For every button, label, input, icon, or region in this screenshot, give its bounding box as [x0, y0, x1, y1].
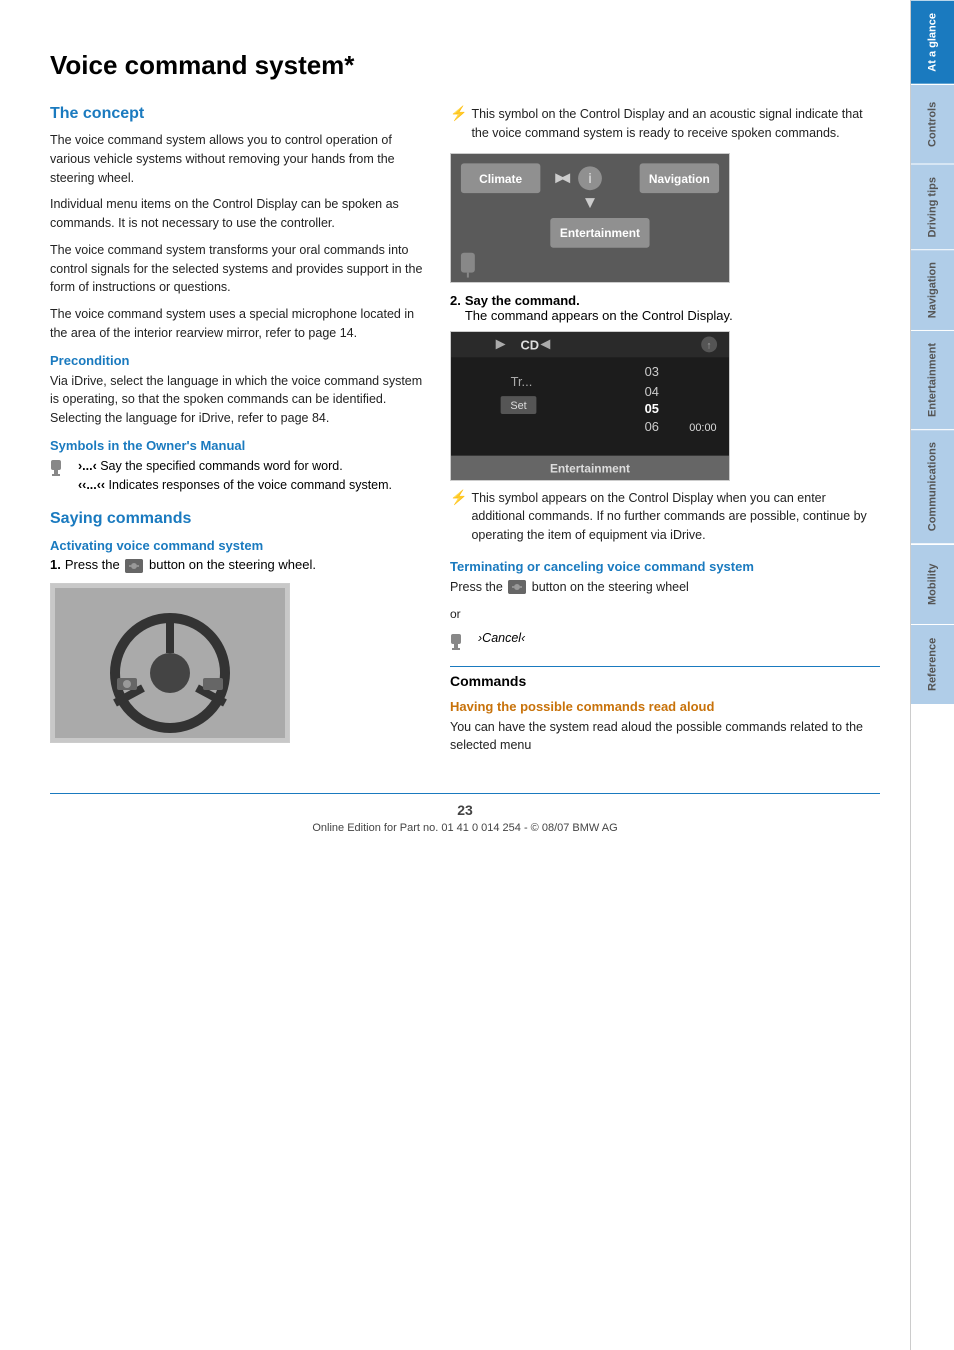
symbol-row-1: ›...‹ Say the specified commands word fo…	[50, 457, 430, 495]
menu-display-svg: Climate i Navigation	[451, 153, 729, 283]
svg-text:00:00: 00:00	[689, 421, 716, 433]
sidebar-tab-entertainment[interactable]: Entertainment	[911, 330, 954, 429]
entertainment-svg: CD ↑ Tr... Set 03 04 05 0	[451, 331, 729, 481]
step-2-subtext: The command appears on the Control Displ…	[465, 308, 733, 323]
sidebar-tab-reference[interactable]: Reference	[911, 624, 954, 704]
main-content: Voice command system* The concept The vo…	[0, 0, 910, 1350]
sidebar: At a glance Controls Driving tips Naviga…	[910, 0, 954, 1350]
symbol-right-text-2: This symbol appears on the Control Displ…	[471, 489, 880, 545]
svg-text:CD: CD	[521, 337, 540, 352]
concept-heading: The concept	[50, 105, 430, 123]
right-column: ⚡ This symbol on the Control Display and…	[450, 105, 880, 763]
having-commands-heading: Having the possible commands read aloud	[450, 699, 880, 714]
terminating-heading: Terminating or canceling voice command s…	[450, 559, 880, 574]
cancel-row: ›Cancel‹	[450, 631, 880, 652]
sidebar-tab-communications[interactable]: Communications	[911, 429, 954, 543]
concept-para-4: The voice command system uses a special …	[50, 305, 430, 343]
sidebar-tab-driving-tips[interactable]: Driving tips	[911, 164, 954, 250]
lightning-icon-2: ⚡	[450, 489, 467, 506]
cancel-microphone-icon	[450, 632, 474, 652]
control-display-menu-image: Climate i Navigation	[450, 153, 730, 283]
svg-text:Tr...: Tr...	[511, 374, 533, 389]
step-2-content: Say the command. The command appears on …	[465, 293, 733, 323]
cancel-text: ›Cancel‹	[478, 631, 525, 645]
terminating-text: Press the button on the steering wheel	[450, 578, 880, 597]
steering-wheel-image	[50, 583, 290, 743]
sidebar-tab-at-a-glance[interactable]: At a glance	[911, 0, 954, 84]
concept-para-3: The voice command system transforms your…	[50, 241, 430, 297]
entertainment-display-image: CD ↑ Tr... Set 03 04 05 0	[450, 331, 730, 481]
svg-text:Entertainment: Entertainment	[560, 225, 640, 239]
page-title: Voice command system*	[50, 50, 880, 81]
svg-text:i: i	[588, 170, 592, 186]
svg-text:Climate: Climate	[479, 172, 522, 186]
page-number: 23	[50, 802, 880, 818]
footer: 23 Online Edition for Part no. 01 41 0 0…	[50, 793, 880, 834]
precondition-heading: Precondition	[50, 353, 430, 368]
step-1-row: 1. Press the	[50, 557, 430, 573]
concept-para-1: The voice command system allows you to c…	[50, 131, 430, 187]
commands-section: Commands Having the possible commands re…	[450, 666, 880, 756]
activating-heading: Activating voice command system	[50, 538, 430, 553]
saying-commands-heading: Saying commands	[50, 510, 430, 528]
microphone-icon	[50, 458, 74, 478]
footer-text: Online Edition for Part no. 01 41 0 014 …	[50, 822, 880, 834]
terminating-button-icon	[508, 580, 526, 594]
steering-wheel-svg	[55, 588, 285, 738]
svg-text:04: 04	[645, 384, 659, 399]
svg-text:↑: ↑	[707, 340, 712, 351]
steering-wheel-button-icon	[125, 559, 143, 573]
step-2-text: Say the command.	[465, 293, 580, 308]
svg-text:Set: Set	[510, 399, 526, 411]
svg-text:03: 03	[645, 364, 659, 379]
svg-text:Entertainment: Entertainment	[550, 461, 630, 475]
symbol-text-1: ›...‹ Say the specified commands word fo…	[78, 457, 430, 495]
concept-para-2: Individual menu items on the Control Dis…	[50, 195, 430, 233]
step-1-text: Press the button on the steerin	[65, 557, 316, 573]
step-1-number: 1.	[50, 557, 61, 572]
saying-commands-section: Saying commands Activating voice command…	[50, 510, 430, 743]
precondition-text: Via iDrive, select the language in which…	[50, 372, 430, 428]
symbol-right-2: ⚡ This symbol appears on the Control Dis…	[450, 489, 880, 545]
svg-text:Navigation: Navigation	[649, 172, 710, 186]
concept-section: The concept The voice command system all…	[50, 105, 430, 494]
sidebar-tab-navigation[interactable]: Navigation	[911, 249, 954, 330]
sidebar-tab-controls[interactable]: Controls	[911, 84, 954, 164]
svg-text:05: 05	[645, 400, 659, 415]
symbol-right-text-1: This symbol on the Control Display and a…	[471, 105, 880, 143]
lightning-icon-1: ⚡	[450, 105, 467, 122]
terminating-section: Terminating or canceling voice command s…	[450, 559, 880, 652]
symbol-right-1: ⚡ This symbol on the Control Display and…	[450, 105, 880, 143]
step-2-row: 2. Say the command. The command appears …	[450, 293, 880, 323]
step-2-number: 2.	[450, 293, 461, 308]
symbols-heading: Symbols in the Owner's Manual	[50, 438, 430, 453]
having-commands-text: You can have the system read aloud the p…	[450, 718, 880, 756]
left-column: The concept The voice command system all…	[50, 105, 430, 763]
commands-heading: Commands	[450, 666, 880, 689]
terminating-or: or	[450, 605, 880, 623]
svg-text:06: 06	[645, 418, 659, 433]
sidebar-tab-mobility[interactable]: Mobility	[911, 544, 954, 624]
